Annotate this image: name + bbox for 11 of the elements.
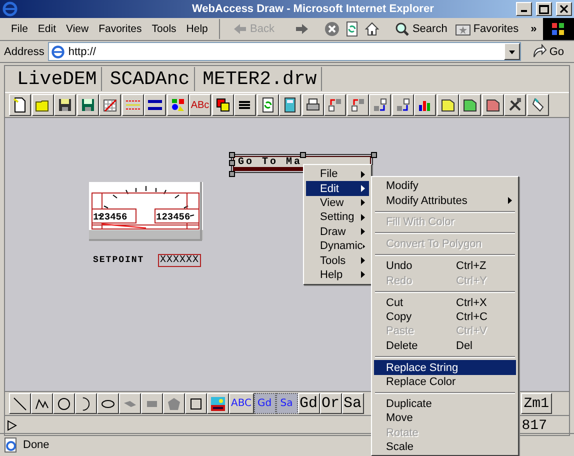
meter-readout: 123456 — [93, 212, 128, 222]
command-value: 817 — [520, 418, 548, 434]
status-text: Done — [23, 439, 50, 451]
file-name-field: SCADAnc — [102, 67, 195, 91]
address-label: Address — [4, 46, 44, 58]
file-name-field: LiveDEM — [9, 67, 102, 91]
window-title: WebAccess Draw - Microsoft Internet Explorer — [191, 3, 435, 15]
setpoint-value: XXXXXX — [158, 254, 202, 267]
meter-readout: 123456 — [156, 212, 190, 222]
setpoint-label: SETPOINT — [93, 255, 144, 265]
file-name-field: METER2.drw — [194, 67, 322, 91]
